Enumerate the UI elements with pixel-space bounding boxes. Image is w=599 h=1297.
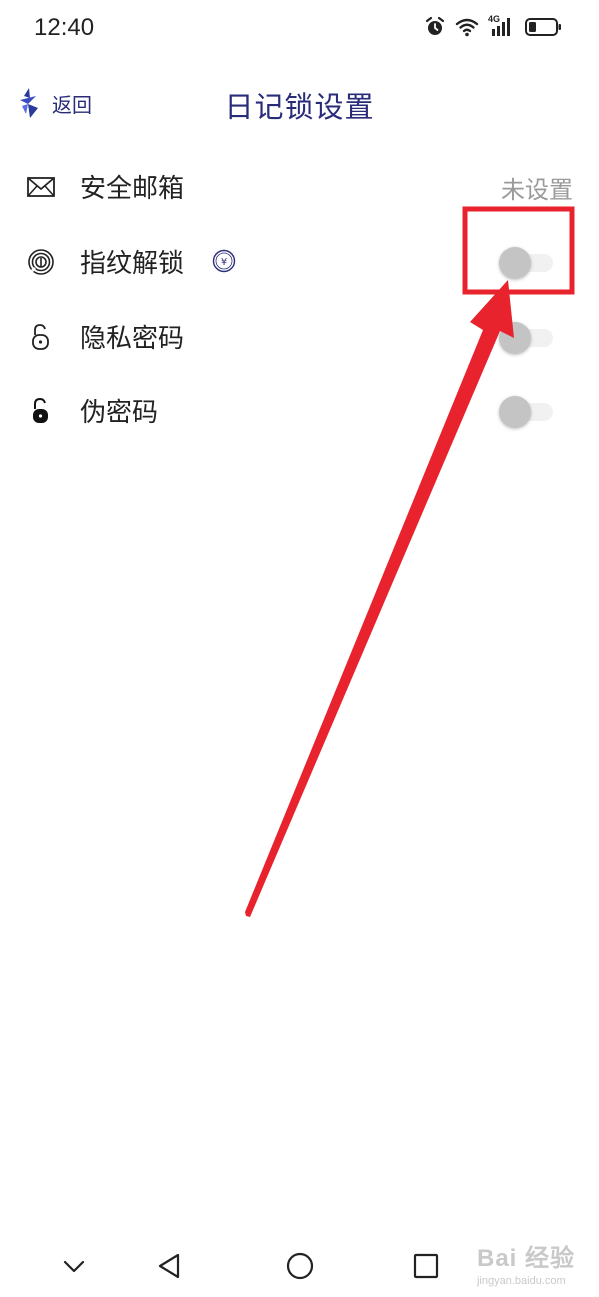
lock-outline-icon <box>32 324 49 350</box>
status-time: 12:40 <box>34 14 95 41</box>
watermark-sub: jingyan.baidu.com <box>476 1275 566 1287</box>
page-title: 日记锁设置 <box>224 90 375 124</box>
fingerprint-icon <box>28 249 54 275</box>
status-bar: 12:40 4G <box>0 0 599 58</box>
premium-badge-icon: ¥ <box>212 249 236 273</box>
toggle-knob <box>499 396 531 428</box>
wifi-icon <box>455 18 479 37</box>
lock-filled-icon <box>33 397 48 423</box>
setting-row-fingerprint: 指纹解锁 ¥ <box>0 225 599 299</box>
fingerprint-toggle[interactable] <box>499 247 555 279</box>
setting-value: 未设置 <box>501 176 573 204</box>
setting-label: 指纹解锁 <box>80 249 185 279</box>
back-triangle-icon[interactable] <box>150 1246 190 1286</box>
toggle-knob <box>499 247 531 279</box>
signal-icon: 4G <box>488 14 516 38</box>
home-circle-icon[interactable] <box>280 1246 320 1286</box>
setting-label: 伪密码 <box>80 398 159 428</box>
toggle-knob <box>499 322 531 354</box>
badge-text: ¥ <box>221 257 227 268</box>
recents-square-icon[interactable] <box>406 1246 446 1286</box>
battery-icon <box>525 18 561 36</box>
header: 返回 日记锁设置 <box>0 70 599 138</box>
status-icons: 4G <box>424 14 563 38</box>
setting-row-fake-password: 伪密码 <box>0 374 599 448</box>
fake-password-toggle[interactable] <box>499 396 555 428</box>
chevron-down-icon[interactable] <box>54 1246 94 1286</box>
setting-label: 隐私密码 <box>80 324 185 354</box>
watermark: Bai 经验 jingyan.baidu.com <box>477 1238 575 1287</box>
watermark-main: Bai 经验 <box>476 1245 575 1272</box>
alarm-icon <box>425 16 445 35</box>
setting-row-privacy-password: 隐私密码 <box>0 300 599 374</box>
privacy-password-toggle[interactable] <box>499 322 555 354</box>
mail-icon <box>27 177 55 197</box>
setting-row-security-email[interactable]: 安全邮箱 未设置 <box>0 150 599 224</box>
setting-label: 安全邮箱 <box>80 174 185 204</box>
